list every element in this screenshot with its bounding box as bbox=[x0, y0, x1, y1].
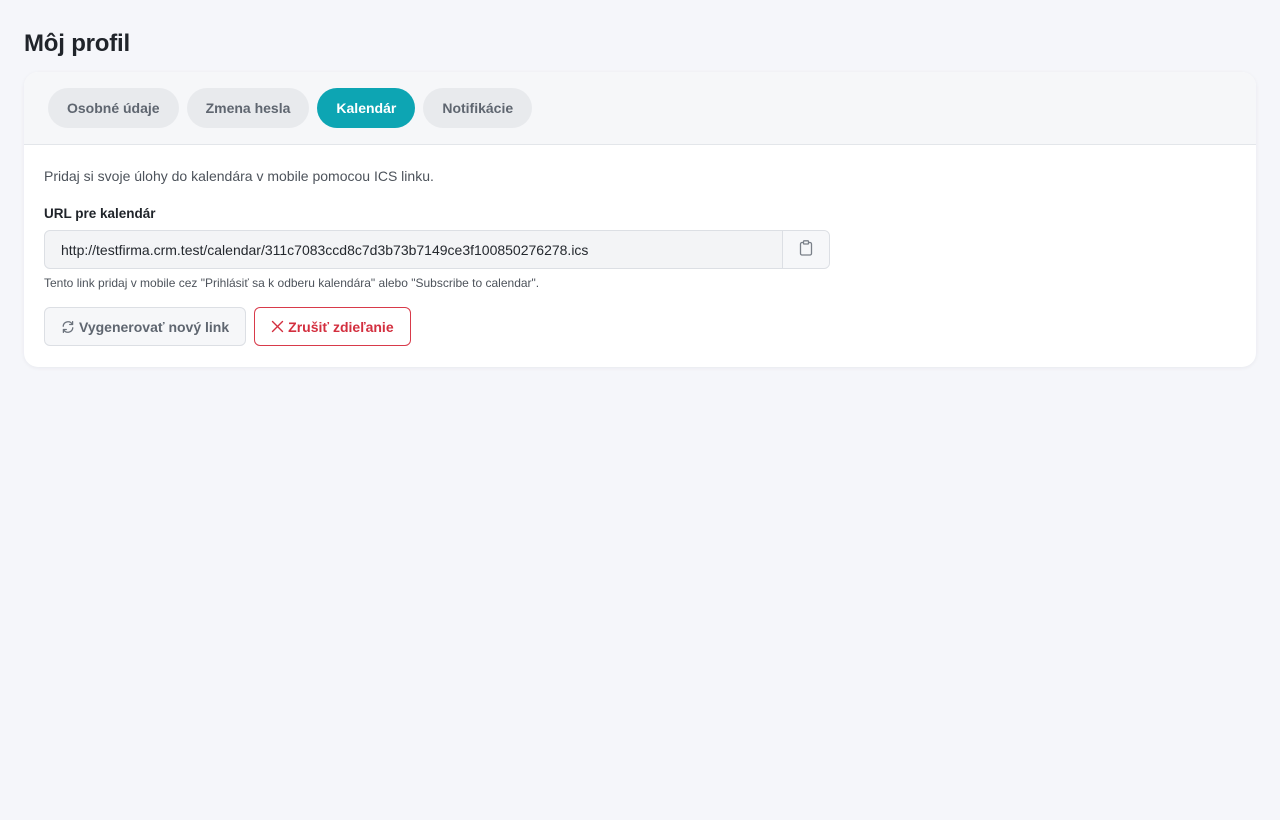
calendar-panel: Pridaj si svoje úlohy do kalendára v mob… bbox=[24, 145, 1256, 346]
cancel-sharing-label: Zrušiť zdieľanie bbox=[288, 318, 394, 335]
calendar-actions: Vygenerovať nový link Zrušiť zdieľanie bbox=[44, 307, 1236, 346]
tab-calendar[interactable]: Kalendár bbox=[317, 88, 416, 128]
regenerate-link-label: Vygenerovať nový link bbox=[79, 318, 230, 335]
page-title: Môj profil bbox=[24, 30, 130, 57]
regenerate-link-button[interactable]: Vygenerovať nový link bbox=[44, 307, 247, 346]
profile-tabs: Osobné údaje Zmena hesla Kalendár Notifi… bbox=[24, 72, 1256, 145]
tab-notifications[interactable]: Notifikácie bbox=[423, 88, 533, 128]
url-field-label: URL pre kalendár bbox=[44, 206, 156, 221]
tab-personal-info[interactable]: Osobné údaje bbox=[48, 88, 179, 128]
cancel-sharing-button[interactable]: Zrušiť zdieľanie bbox=[254, 307, 411, 346]
tab-change-password[interactable]: Zmena hesla bbox=[186, 88, 310, 128]
url-input-group bbox=[44, 230, 830, 269]
clipboard-icon bbox=[799, 240, 813, 259]
calendar-hint: Tento link pridaj v mobile cez "Prihlási… bbox=[44, 276, 540, 290]
calendar-url-input[interactable] bbox=[45, 231, 782, 268]
copy-url-button[interactable] bbox=[782, 231, 829, 268]
refresh-icon bbox=[61, 320, 75, 334]
calendar-description: Pridaj si svoje úlohy do kalendára v mob… bbox=[44, 168, 434, 184]
close-icon bbox=[271, 320, 284, 333]
profile-card: Osobné údaje Zmena hesla Kalendár Notifi… bbox=[24, 72, 1256, 367]
